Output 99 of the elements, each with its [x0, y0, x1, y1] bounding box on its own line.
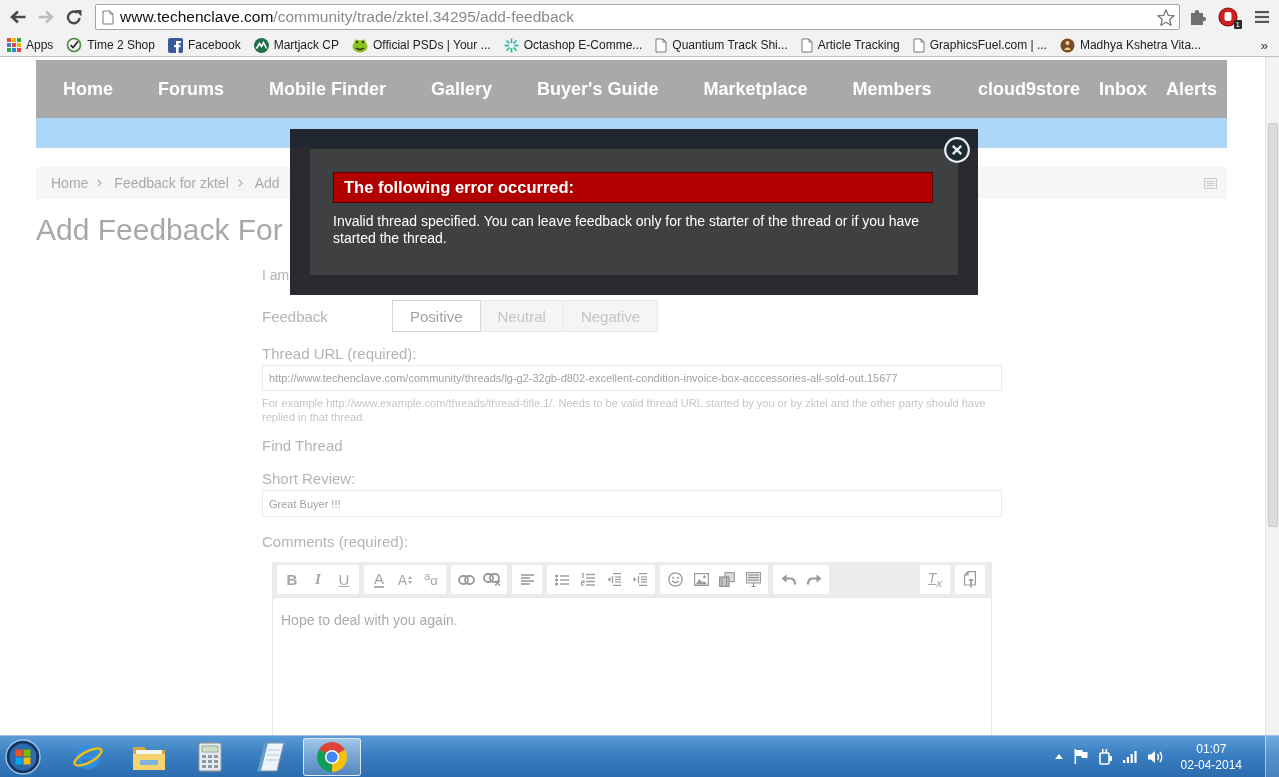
square-logo-icon: [167, 37, 183, 53]
bookmark-link[interactable]: Facebook: [167, 37, 241, 53]
close-icon: [944, 137, 970, 163]
nav-tab[interactable]: Gallery: [431, 78, 493, 100]
nav-tab[interactable]: Members: [852, 78, 932, 100]
address-bar[interactable]: www.techenclave.com/community/trade/zktel.34295/add-feedback: [95, 4, 1180, 30]
bookmark-link[interactable]: Quantium Track Shi...: [655, 37, 788, 53]
close-button[interactable]: [944, 137, 970, 163]
nav-tab[interactable]: Alerts: [1165, 78, 1217, 100]
flag-icon[interactable]: [1073, 749, 1088, 764]
field-label: Thread URL (required):: [262, 345, 418, 363]
page-icon: [102, 9, 114, 25]
underline-button[interactable]: U: [331, 565, 357, 594]
page-icon: [655, 37, 668, 53]
film-stack-icon: [719, 572, 735, 587]
signal-bars-icon[interactable]: [1122, 750, 1137, 763]
scrollbar-thumb[interactable]: [1267, 123, 1278, 527]
indent-icon: [633, 573, 647, 586]
caret-up-icon[interactable]: [1054, 754, 1063, 759]
nav-tab[interactable]: Home: [63, 78, 113, 100]
bookmark-link[interactable]: Official PSDs | Your ...: [352, 37, 491, 53]
mountain-circle-icon: [253, 37, 269, 53]
smiley-icon: [667, 572, 683, 587]
bookmark-link[interactable]: GraphicsFuel.com | ...: [912, 37, 1047, 53]
size-arrows-icon: [408, 575, 413, 584]
nav-tab[interactable]: Forums: [158, 78, 225, 100]
bookmark-link[interactable]: Article Tracking: [800, 37, 900, 53]
sparkle-icon: [503, 37, 519, 53]
taskbar-app[interactable]: [303, 737, 361, 776]
page-icon: [912, 37, 925, 53]
align-left-icon: [520, 574, 534, 585]
menu-icon: [1255, 11, 1269, 23]
remove-format-button[interactable]: T$_{x}$: [922, 565, 948, 594]
field-label: Short Review:: [262, 470, 357, 488]
menu-button[interactable]: [1252, 8, 1272, 26]
text-lines-icon: [745, 572, 761, 587]
comment-editor[interactable]: Hope to deal with you again.: [272, 597, 992, 735]
wheel-logo-icon: [316, 740, 348, 773]
bookmark-link[interactable]: Octashop E-Comme...: [503, 37, 643, 53]
puzzle-icon[interactable]: [1189, 8, 1207, 26]
find-thread-link[interactable]: Find Thread: [262, 437, 343, 454]
outdent-icon: [607, 573, 621, 586]
clock-date: 02-04-2014: [1180, 756, 1242, 773]
breadcrumb-link[interactable]: Add: [254, 175, 280, 191]
stop-sign-icon: [1218, 7, 1238, 27]
reload-icon: [66, 9, 82, 25]
review-field[interactable]: Great Buyer !!!: [262, 490, 1002, 517]
link-icon: [457, 574, 475, 585]
extension-button[interactable]: 1: [1218, 5, 1242, 29]
back-arrow-icon: [10, 10, 26, 24]
page-title: Add Feedback For: [36, 212, 283, 248]
breadcrumb-link[interactable]: Feedback for zktel: [114, 175, 229, 191]
nav-tab[interactable]: Mobile Finder: [269, 78, 387, 100]
url-text: www.techenclave.com/community/trade/zktel.34295/add-feedback: [120, 8, 575, 26]
more-bookmarks-button[interactable]: »: [1257, 37, 1271, 53]
emblem-icon: [1059, 37, 1075, 53]
show-desktop-button[interactable]: [1265, 736, 1279, 777]
nav-tab[interactable]: Marketplace: [703, 78, 808, 100]
document-wrench-icon: [963, 571, 977, 588]
apps-grid-icon: [7, 38, 21, 52]
calculator-icon: [198, 741, 222, 772]
start-button[interactable]: [4, 737, 42, 776]
forward-arrow-icon: [38, 10, 54, 24]
font-color-button[interactable]: A: [366, 565, 392, 594]
plug-icon[interactable]: [1098, 748, 1112, 765]
font-size-button[interactable]: A: [392, 565, 418, 594]
error-message: Invalid thread specified. You can leave feedback only for the starter of the thread or if you have started the thread.: [333, 213, 921, 247]
check-circle-icon: [66, 37, 83, 53]
numbered-list-icon: [581, 573, 595, 586]
nav-tab[interactable]: cloud9store: [977, 78, 1080, 100]
font-button[interactable]: $^{a}$α: [418, 565, 444, 594]
chevron-icon: [237, 179, 243, 187]
clock-time: 01:07: [1196, 740, 1227, 757]
redo-icon: [806, 574, 822, 585]
bullet-list-icon: [555, 573, 569, 586]
broken-link-icon: [483, 573, 501, 586]
field-label: Comments (required):: [262, 533, 409, 551]
image-icon: [693, 573, 709, 586]
blob-logo-icon: [352, 37, 368, 53]
speaker-icon[interactable]: [1147, 749, 1164, 764]
chevron-icon: [97, 179, 103, 187]
italic-button[interactable]: I: [305, 565, 331, 594]
feedback-option[interactable]: Positive: [392, 300, 481, 332]
url-field[interactable]: http://www.techenclave.com/community/threads/lg-g2-32gb-d802-excellent-condition-invoice-box-acccessories-all-sold-out.15677: [262, 365, 1002, 391]
nav-tab[interactable]: Inbox: [1098, 78, 1147, 100]
bookmark-link[interactable]: Time 2 Shop: [66, 37, 155, 53]
bookmark-link[interactable]: Madhya Kshetra Vita...: [1059, 37, 1202, 53]
star-icon[interactable]: [1157, 8, 1175, 26]
field-label: Feedback: [262, 307, 329, 325]
nav-tab[interactable]: Buyer's Guide: [537, 78, 659, 100]
undo-icon: [780, 574, 796, 585]
page-icon: [800, 37, 813, 53]
bold-button[interactable]: B: [279, 565, 305, 594]
scrollbar[interactable]: [1265, 57, 1279, 735]
error-heading: The following error occurred:: [333, 172, 933, 203]
bookmark-link[interactable]: Apps: [7, 38, 54, 52]
bookmark-link[interactable]: Martjack CP: [253, 37, 339, 53]
notepad-icon: [257, 741, 285, 772]
breadcrumb-link[interactable]: Home: [51, 175, 89, 191]
